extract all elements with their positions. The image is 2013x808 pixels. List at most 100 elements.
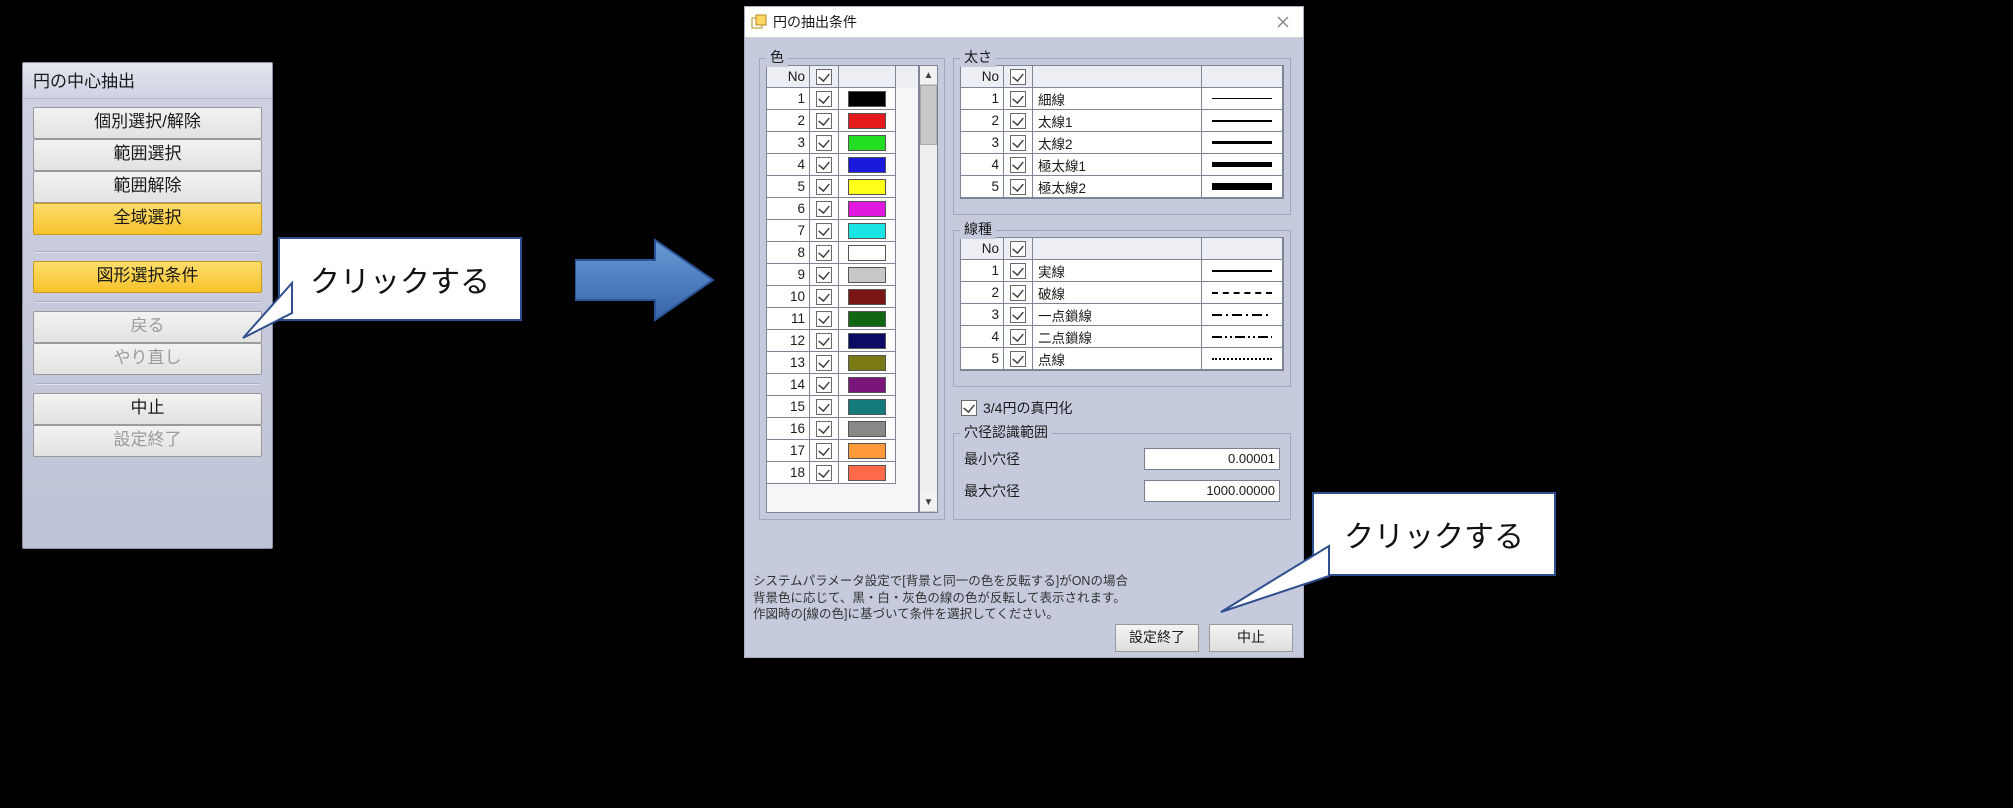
thickness-row[interactable]: 4 極太線1 <box>961 154 1283 176</box>
linestyle-row[interactable]: 5点線 <box>961 348 1283 370</box>
row-name: 太線2 <box>1033 132 1202 154</box>
row-check[interactable] <box>810 330 839 352</box>
row-check[interactable] <box>810 154 839 176</box>
dialog-title: 円の抽出条件 <box>773 12 857 32</box>
callout-click-2: クリックする <box>1312 492 1556 576</box>
thickness-row[interactable]: 2太線1 <box>961 110 1283 132</box>
max-hole-input[interactable]: 1000.00000 <box>1144 480 1280 502</box>
col-check-all[interactable] <box>810 66 839 88</box>
color-row[interactable]: 13 <box>767 352 918 374</box>
row-check[interactable] <box>1004 326 1033 348</box>
row-swatch <box>839 88 896 110</box>
row-no: 4 <box>961 154 1004 176</box>
row-check[interactable] <box>1004 154 1033 176</box>
dialog-finish-button[interactable]: 設定終了 <box>1115 624 1199 652</box>
row-swatch <box>839 374 896 396</box>
btn-range-select[interactable]: 範囲選択 <box>33 139 262 171</box>
color-row[interactable]: 4 <box>767 154 918 176</box>
thickness-row[interactable]: 1細線 <box>961 88 1283 110</box>
panel-title: 円の中心抽出 <box>23 63 272 99</box>
row-swatch <box>839 264 896 286</box>
row-swatch <box>839 242 896 264</box>
row-name: 極太線1 <box>1033 154 1202 176</box>
color-scrollbar[interactable]: ▲ ▼ <box>919 65 938 513</box>
color-row[interactable]: 7 <box>767 220 918 242</box>
color-row[interactable]: 2 <box>767 110 918 132</box>
linestyle-row[interactable]: 3一点鎖線 <box>961 304 1283 326</box>
row-no: 1 <box>961 260 1004 282</box>
color-row[interactable]: 8 <box>767 242 918 264</box>
row-check[interactable] <box>810 396 839 418</box>
row-no: 2 <box>961 110 1004 132</box>
col-check-all[interactable] <box>1004 238 1033 260</box>
btn-back: 戻る <box>33 311 262 343</box>
row-no: 8 <box>767 242 810 264</box>
scroll-down-icon[interactable]: ▼ <box>920 493 937 512</box>
row-check[interactable] <box>810 264 839 286</box>
row-swatch <box>839 462 896 484</box>
row-name: 点線 <box>1033 348 1202 370</box>
row-check[interactable] <box>810 374 839 396</box>
btn-individual-select[interactable]: 個別選択/解除 <box>33 107 262 139</box>
app-icon <box>751 14 767 30</box>
row-name: 破線 <box>1033 282 1202 304</box>
linestyle-group: 線種 No 1実線2破線3一点鎖線4二点鎖線5点線 <box>953 230 1291 387</box>
color-row[interactable]: 1 <box>767 88 918 110</box>
col-check-all[interactable] <box>1004 66 1033 88</box>
color-row[interactable]: 5 <box>767 176 918 198</box>
color-row[interactable]: 15 <box>767 396 918 418</box>
row-check[interactable] <box>1004 176 1033 198</box>
row-check[interactable] <box>810 462 839 484</box>
row-check[interactable] <box>810 110 839 132</box>
btn-cancel-left[interactable]: 中止 <box>33 393 262 425</box>
color-row[interactable]: 3 <box>767 132 918 154</box>
dialog-cancel-button[interactable]: 中止 <box>1209 624 1293 652</box>
color-row[interactable]: 9 <box>767 264 918 286</box>
color-row[interactable]: 18 <box>767 462 918 484</box>
thickness-row[interactable]: 5極太線2 <box>961 176 1283 198</box>
round-34-checkbox[interactable]: 3/4円の真円化 <box>961 398 1072 418</box>
row-check[interactable] <box>810 286 839 308</box>
row-swatch <box>839 110 896 132</box>
row-check[interactable] <box>1004 304 1033 326</box>
linestyle-row[interactable]: 1実線 <box>961 260 1283 282</box>
row-check[interactable] <box>1004 282 1033 304</box>
row-check[interactable] <box>1004 260 1033 282</box>
row-check[interactable] <box>810 198 839 220</box>
linestyle-row[interactable]: 4二点鎖線 <box>961 326 1283 348</box>
row-check[interactable] <box>810 308 839 330</box>
row-check[interactable] <box>1004 348 1033 370</box>
scroll-thumb[interactable] <box>920 85 937 145</box>
color-row[interactable]: 14 <box>767 374 918 396</box>
btn-shape-select-condition[interactable]: 図形選択条件 <box>33 261 262 293</box>
color-row[interactable]: 11 <box>767 308 918 330</box>
row-no: 10 <box>767 286 810 308</box>
color-row[interactable]: 12 <box>767 330 918 352</box>
row-check[interactable] <box>810 220 839 242</box>
thickness-row[interactable]: 3 太線2 <box>961 132 1283 154</box>
row-check[interactable] <box>810 440 839 462</box>
btn-select-all[interactable]: 全域選択 <box>33 203 262 235</box>
linestyle-row[interactable]: 2破線 <box>961 282 1283 304</box>
hole-range-group: 穴径認識範囲 最小穴径 0.00001 最大穴径 1000.00000 <box>953 433 1291 520</box>
row-check[interactable] <box>810 132 839 154</box>
color-row[interactable]: 10 <box>767 286 918 308</box>
scroll-up-icon[interactable]: ▲ <box>920 66 937 85</box>
row-check[interactable] <box>810 176 839 198</box>
row-check[interactable] <box>810 352 839 374</box>
color-row[interactable]: 17 <box>767 440 918 462</box>
row-check[interactable] <box>1004 110 1033 132</box>
row-no: 3 <box>961 132 1004 154</box>
row-name: 極太線2 <box>1033 176 1202 198</box>
row-check[interactable] <box>1004 132 1033 154</box>
close-button[interactable] <box>1269 11 1297 33</box>
color-row[interactable]: 16 <box>767 418 918 440</box>
row-check[interactable] <box>810 242 839 264</box>
btn-range-clear[interactable]: 範囲解除 <box>33 171 262 203</box>
min-hole-input[interactable]: 0.00001 <box>1144 448 1280 470</box>
row-check[interactable] <box>810 88 839 110</box>
col-no: No <box>961 238 1004 260</box>
color-row[interactable]: 6 <box>767 198 918 220</box>
row-check[interactable] <box>1004 88 1033 110</box>
row-check[interactable] <box>810 418 839 440</box>
